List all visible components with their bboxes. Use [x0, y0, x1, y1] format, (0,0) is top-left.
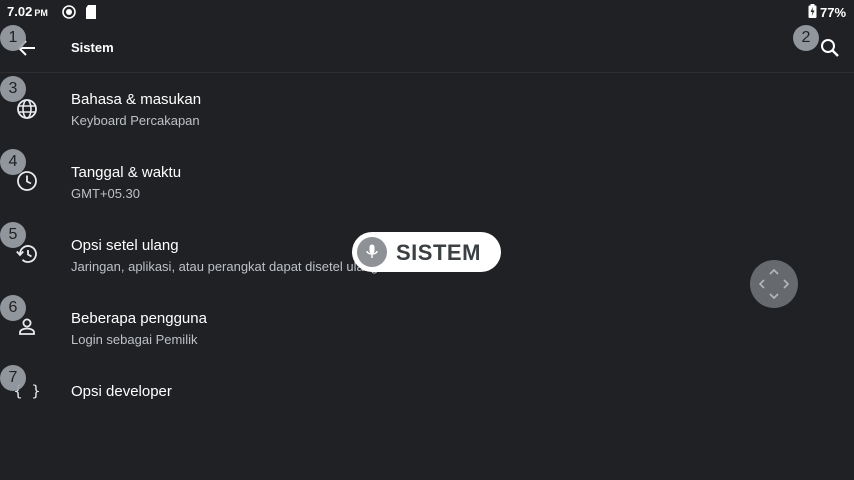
battery-level: 77%: [820, 5, 847, 20]
settings-item-developer-options[interactable]: { } Opsi developer: [0, 365, 854, 438]
status-ampm: PM: [34, 8, 48, 18]
item-subtitle: Keyboard Percakapan: [71, 113, 200, 128]
notification-settings-icon: [62, 5, 76, 19]
sd-card-icon: [86, 5, 96, 19]
dpad-arrows-icon: [758, 268, 790, 300]
label-badge: 5: [0, 222, 26, 248]
page-title: Sistem: [71, 40, 114, 55]
item-title: Opsi setel ulang: [71, 237, 179, 254]
label-badge: 2: [793, 25, 819, 51]
label-badge: 1: [0, 25, 26, 51]
microphone-icon: [366, 244, 378, 258]
settings-item-language[interactable]: Bahasa & masukan Keyboard Percakapan: [0, 73, 854, 146]
label-badge: 6: [0, 295, 26, 321]
label-badge: 3: [0, 76, 26, 102]
label-badge: 4: [0, 149, 26, 175]
status-bar: 7.02 PM 77%: [0, 0, 854, 24]
item-title: Tanggal & waktu: [71, 164, 182, 181]
settings-item-date-time[interactable]: Tanggal & waktu GMT+05.30: [0, 146, 854, 219]
app-bar: Sistem: [0, 24, 854, 73]
item-title: Bahasa & masukan: [71, 91, 202, 108]
settings-item-multiple-users[interactable]: Beberapa pengguna Login sebagai Pemilik: [0, 292, 854, 365]
status-time: 7.02 PM: [7, 4, 48, 19]
item-subtitle: Jaringan, aplikasi, atau perangkat dapat…: [71, 259, 379, 274]
voice-command-overlay: SISTEM: [352, 232, 501, 272]
microphone-button[interactable]: [357, 237, 387, 267]
item-subtitle: Login sebagai Pemilik: [71, 332, 198, 347]
voice-command-text: SISTEM: [396, 240, 481, 265]
item-subtitle: GMT+05.30: [71, 186, 141, 201]
label-badge: 7: [0, 365, 26, 391]
item-title: Opsi developer: [71, 383, 172, 400]
search-icon[interactable]: [818, 36, 842, 60]
item-title: Beberapa pengguna: [71, 310, 207, 327]
battery-charging-icon: [808, 4, 817, 18]
floating-dpad[interactable]: [750, 260, 798, 308]
